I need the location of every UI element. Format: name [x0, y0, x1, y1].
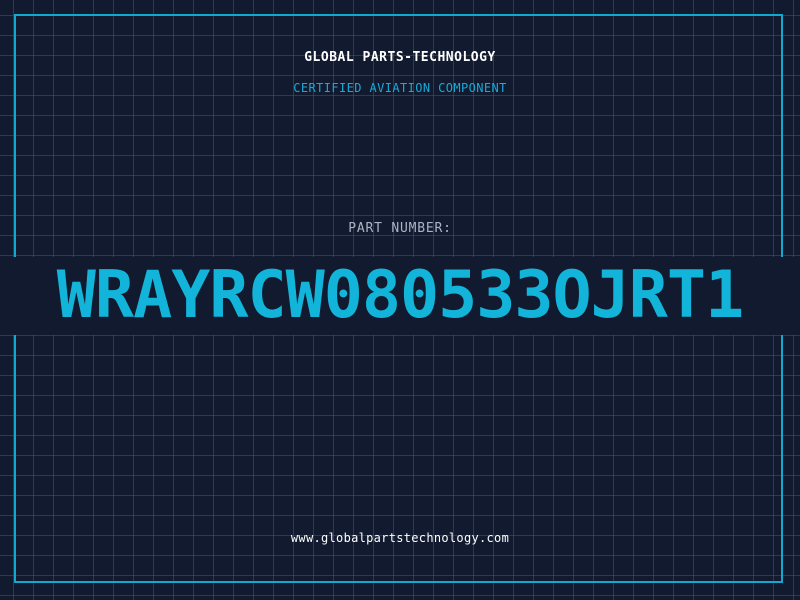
part-number-value: WRAYRCW080533OJRT1: [56, 258, 744, 333]
part-number-label: PART NUMBER:: [348, 221, 452, 236]
company-name: GLOBAL PARTS-TECHNOLOGY: [304, 50, 496, 65]
part-number-band: WRAYRCW080533OJRT1: [0, 257, 800, 335]
certificate-page: GLOBAL PARTS-TECHNOLOGY CERTIFIED AVIATI…: [0, 0, 800, 600]
certification-subtitle: CERTIFIED AVIATION COMPONENT: [293, 81, 507, 95]
website-url: www.globalpartstechnology.com: [290, 531, 510, 545]
